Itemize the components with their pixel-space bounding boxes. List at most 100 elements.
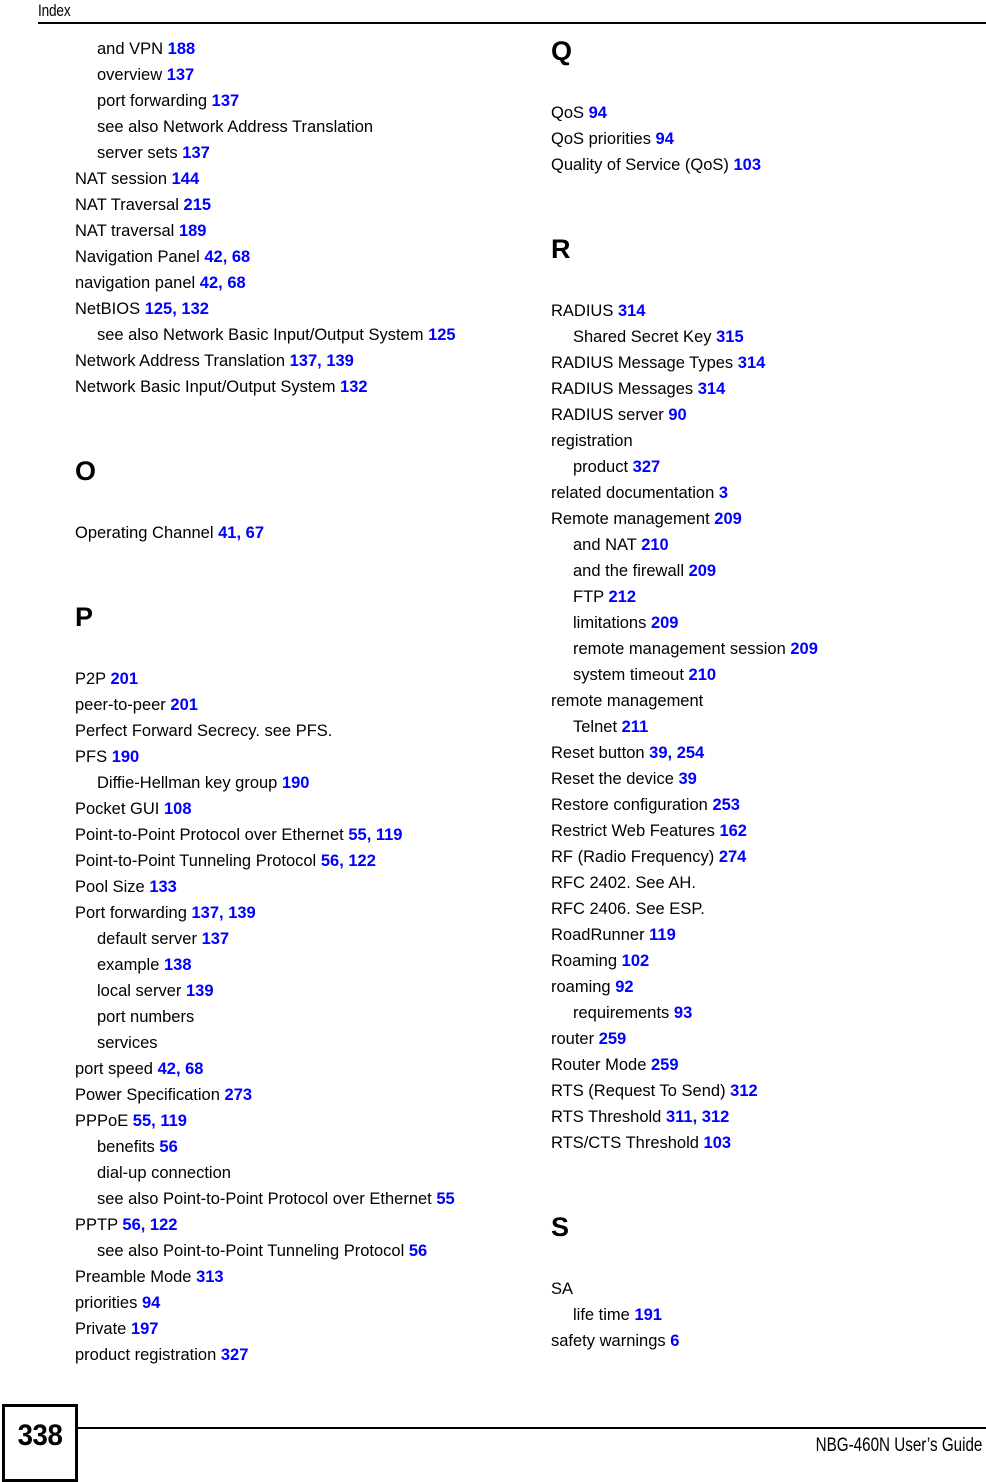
page-reference[interactable]: 315 xyxy=(716,328,744,346)
page-reference[interactable]: 132 xyxy=(181,300,209,318)
page-reference[interactable]: 189 xyxy=(179,222,207,240)
page-reference[interactable]: 68 xyxy=(232,248,250,266)
page-reference[interactable]: 212 xyxy=(608,588,636,606)
page-reference[interactable]: 122 xyxy=(150,1216,178,1234)
page-reference[interactable]: 209 xyxy=(689,562,717,580)
page-reference[interactable]: 209 xyxy=(651,614,679,632)
page-reference[interactable]: 253 xyxy=(712,796,740,814)
page-separator: , xyxy=(236,524,246,542)
entry-term: Telnet xyxy=(573,718,618,736)
page-reference[interactable]: 55 xyxy=(133,1112,151,1130)
page-reference[interactable]: 211 xyxy=(622,718,649,736)
page-reference[interactable]: 139 xyxy=(326,352,354,370)
page-reference[interactable]: 41 xyxy=(218,524,236,542)
page-reference[interactable]: 6 xyxy=(670,1332,679,1350)
page-reference[interactable]: 119 xyxy=(160,1112,187,1130)
section-letter-r: R xyxy=(551,234,571,264)
page-reference[interactable]: 39 xyxy=(679,770,697,788)
page-reference[interactable]: 197 xyxy=(131,1320,159,1338)
page-reference[interactable]: 190 xyxy=(282,774,310,792)
entry-term: Shared Secret Key xyxy=(573,328,712,346)
index-subentry: and the firewall 209 xyxy=(551,558,981,584)
page-reference[interactable]: 137 xyxy=(182,144,210,162)
page-reference[interactable]: 92 xyxy=(615,978,633,996)
page-reference[interactable]: 190 xyxy=(112,748,140,766)
page-reference[interactable]: 42 xyxy=(200,274,218,292)
page-reference[interactable]: 103 xyxy=(733,156,761,174)
page-reference[interactable]: 210 xyxy=(641,536,669,554)
page-reference[interactable]: 327 xyxy=(633,458,661,476)
entry-term: and VPN xyxy=(97,40,164,58)
page-reference[interactable]: 144 xyxy=(172,170,200,188)
page-reference[interactable]: 122 xyxy=(348,852,376,870)
page-reference[interactable]: 94 xyxy=(142,1294,160,1312)
page-separator: , xyxy=(219,904,229,922)
page-reference[interactable]: 259 xyxy=(599,1030,627,1048)
page-reference[interactable]: 94 xyxy=(589,104,607,122)
document-title: NBG-460N User’s Guide xyxy=(815,1435,982,1456)
page-reference[interactable]: 108 xyxy=(164,800,192,818)
page-reference[interactable]: 327 xyxy=(221,1346,249,1364)
page-reference[interactable]: 311 xyxy=(666,1108,693,1126)
index-subentry: Shared Secret Key 315 xyxy=(551,324,981,350)
page-reference[interactable]: 132 xyxy=(340,378,368,396)
page-reference[interactable]: 273 xyxy=(225,1086,253,1104)
page-reference[interactable]: 201 xyxy=(170,696,198,714)
page-reference[interactable]: 56 xyxy=(159,1138,177,1156)
page-reference[interactable]: 210 xyxy=(689,666,717,684)
page-reference[interactable]: 259 xyxy=(651,1056,679,1074)
page-reference[interactable]: 138 xyxy=(164,956,192,974)
page-reference[interactable]: 3 xyxy=(719,484,728,502)
page-reference[interactable]: 94 xyxy=(656,130,674,148)
page-reference[interactable]: 191 xyxy=(634,1306,662,1324)
page-reference[interactable]: 39 xyxy=(649,744,667,762)
page-reference[interactable]: 67 xyxy=(246,524,264,542)
page-reference[interactable]: 42 xyxy=(158,1060,176,1078)
page-reference[interactable]: 125 xyxy=(145,300,173,318)
page-reference[interactable]: 139 xyxy=(228,904,256,922)
entry-term: Pool Size xyxy=(75,878,145,896)
index-entry: RTS/CTS Threshold 103 xyxy=(551,1130,981,1156)
page-reference[interactable]: 119 xyxy=(376,826,403,844)
page-reference[interactable]: 137 xyxy=(191,904,219,922)
entry-term: Reset the device xyxy=(551,770,674,788)
page-reference[interactable]: 215 xyxy=(184,196,212,214)
page-reference[interactable]: 103 xyxy=(704,1134,732,1152)
page-reference[interactable]: 137 xyxy=(290,352,318,370)
page-reference[interactable]: 56 xyxy=(122,1216,140,1234)
page-reference[interactable]: 312 xyxy=(702,1108,730,1126)
page-reference[interactable]: 209 xyxy=(790,640,818,658)
page-reference[interactable]: 137 xyxy=(212,92,240,110)
entry-term: Port forwarding xyxy=(75,904,187,922)
index-entry: Navigation Panel 42, 68 xyxy=(75,244,505,270)
page-reference[interactable]: 201 xyxy=(110,670,138,688)
page-reference[interactable]: 55 xyxy=(348,826,366,844)
page-reference[interactable]: 314 xyxy=(618,302,646,320)
page-reference[interactable]: 188 xyxy=(168,40,196,58)
page-reference[interactable]: 56 xyxy=(409,1242,427,1260)
page-reference[interactable]: 125 xyxy=(428,326,456,344)
page-reference[interactable]: 90 xyxy=(668,406,686,424)
section-letter-q: Q xyxy=(551,36,573,66)
page-reference[interactable]: 209 xyxy=(714,510,742,528)
page-reference[interactable]: 55 xyxy=(436,1190,454,1208)
page-reference[interactable]: 137 xyxy=(202,930,230,948)
page-reference[interactable]: 314 xyxy=(698,380,726,398)
page-reference[interactable]: 119 xyxy=(649,926,676,944)
page-reference[interactable]: 162 xyxy=(719,822,747,840)
page-reference[interactable]: 137 xyxy=(167,66,195,84)
page-reference[interactable]: 274 xyxy=(719,848,747,866)
page-reference[interactable]: 93 xyxy=(674,1004,692,1022)
page-reference[interactable]: 102 xyxy=(622,952,650,970)
page-reference[interactable]: 313 xyxy=(196,1268,224,1286)
page-reference[interactable]: 314 xyxy=(738,354,766,372)
page-reference[interactable]: 68 xyxy=(185,1060,203,1078)
page-reference[interactable]: 56 xyxy=(321,852,339,870)
page-reference[interactable]: 312 xyxy=(730,1082,758,1100)
page-reference[interactable]: 133 xyxy=(149,878,177,896)
page-reference[interactable]: 139 xyxy=(186,982,214,1000)
section-letter-block: Q xyxy=(551,36,981,100)
page-reference[interactable]: 68 xyxy=(227,274,245,292)
page-reference[interactable]: 42 xyxy=(204,248,222,266)
page-reference[interactable]: 254 xyxy=(677,744,705,762)
